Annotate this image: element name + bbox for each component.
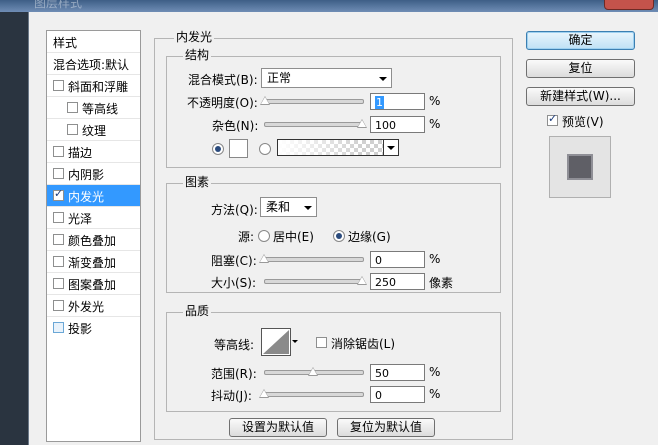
noise-percent: % bbox=[429, 117, 441, 131]
contour-label: 等高线: bbox=[214, 338, 255, 352]
jitter-slider-track[interactable] bbox=[264, 392, 364, 397]
inner-shadow-checkbox[interactable] bbox=[53, 168, 64, 179]
drop-shadow-checkbox[interactable] bbox=[53, 322, 64, 333]
sidebar-item-stroke[interactable]: 描边 bbox=[47, 141, 140, 163]
desktop: 图层样式 样式 混合选项:默认 斜面和浮雕 等高线 纹理 描边 内阴影 ✓ 内发… bbox=[0, 0, 658, 445]
quality-title: 品质 bbox=[183, 302, 212, 319]
range-slider-thumb[interactable] bbox=[308, 367, 318, 376]
blend-mode-dropdown[interactable]: 正常 bbox=[261, 68, 392, 88]
elements-title: 图素 bbox=[183, 173, 212, 190]
range-percent: % bbox=[429, 365, 441, 379]
gradient-picker[interactable] bbox=[277, 139, 399, 156]
source-edge-label[interactable]: 边缘(G) bbox=[348, 228, 391, 245]
range-input[interactable]: 50 bbox=[370, 364, 425, 381]
sidebar-item-color-overlay[interactable]: 颜色叠加 bbox=[47, 229, 140, 251]
pattern-overlay-checkbox[interactable] bbox=[53, 278, 64, 289]
choke-label: 阻塞(C): bbox=[211, 254, 257, 268]
sidebar-item-inner-shadow[interactable]: 内阴影 bbox=[47, 163, 140, 185]
sidebar-item-contour[interactable]: 等高线 bbox=[47, 97, 140, 119]
preview-label[interactable]: 预览(V) bbox=[562, 113, 604, 130]
sidebar-item-texture[interactable]: 纹理 bbox=[47, 119, 140, 141]
choke-slider-track[interactable] bbox=[264, 257, 364, 262]
reset-default-button[interactable]: 复位为默认值 bbox=[337, 418, 435, 437]
window-title: 图层样式 bbox=[34, 0, 83, 10]
source-center-label[interactable]: 居中(E) bbox=[273, 228, 314, 245]
opacity-label: 不透明度(O): bbox=[187, 96, 258, 110]
sidebar-item-blending-options[interactable]: 混合选项:默认 bbox=[47, 53, 140, 75]
glow-color-swatch[interactable] bbox=[229, 139, 248, 158]
method-label: 方法(Q): bbox=[211, 203, 258, 217]
opacity-input[interactable]: 1 bbox=[370, 93, 425, 110]
noise-input[interactable]: 100 bbox=[370, 116, 425, 133]
sidebar-item-satin[interactable]: 光泽 bbox=[47, 207, 140, 229]
sidebar-item-bevel-emboss[interactable]: 斜面和浮雕 bbox=[47, 75, 140, 97]
noise-label: 杂色(N): bbox=[212, 119, 259, 133]
size-slider-track[interactable] bbox=[264, 279, 364, 284]
choke-percent: % bbox=[429, 252, 441, 266]
anti-alias-checkbox[interactable] bbox=[316, 337, 327, 348]
opacity-slider-track[interactable] bbox=[264, 99, 364, 104]
contour-checkbox[interactable] bbox=[67, 102, 78, 113]
satin-checkbox[interactable] bbox=[53, 212, 64, 223]
color-overlay-checkbox[interactable] bbox=[53, 234, 64, 245]
style-preview bbox=[549, 136, 611, 198]
choke-input[interactable]: 0 bbox=[370, 251, 425, 268]
method-dropdown[interactable]: 柔和 bbox=[260, 197, 317, 217]
preview-checkbox[interactable] bbox=[547, 112, 558, 126]
gradient-preview bbox=[278, 140, 398, 155]
reset-button[interactable]: 复位 bbox=[526, 59, 635, 78]
contour-curve-icon bbox=[263, 330, 289, 354]
gradient-overlay-checkbox[interactable] bbox=[53, 256, 64, 267]
structure-title: 结构 bbox=[183, 46, 212, 63]
sidebar-item-pattern-overlay[interactable]: 图案叠加 bbox=[47, 273, 140, 295]
sidebar-item-outer-glow[interactable]: 外发光 bbox=[47, 295, 140, 317]
new-style-button[interactable]: 新建样式(W)... bbox=[526, 87, 635, 106]
chevron-down-icon bbox=[304, 206, 312, 210]
ok-button[interactable]: 确定 bbox=[526, 31, 635, 50]
source-center-radio[interactable] bbox=[258, 230, 270, 242]
sidebar-item-gradient-overlay[interactable]: 渐变叠加 bbox=[47, 251, 140, 273]
noise-slider-track[interactable] bbox=[264, 122, 364, 127]
opacity-slider-thumb[interactable] bbox=[259, 96, 270, 105]
jitter-slider-thumb[interactable] bbox=[259, 389, 269, 398]
styles-sidebar: 样式 混合选项:默认 斜面和浮雕 等高线 纹理 描边 内阴影 内发光 bbox=[46, 30, 141, 442]
chevron-down-icon[interactable] bbox=[290, 328, 299, 356]
choke-slider-thumb[interactable] bbox=[259, 254, 269, 263]
jitter-label: 抖动(J): bbox=[211, 389, 252, 403]
sidebar-item-inner-glow[interactable]: 内发光 bbox=[47, 185, 140, 207]
panel-title: 内发光 bbox=[174, 28, 215, 45]
inner-glow-checkbox[interactable] bbox=[53, 187, 64, 201]
anti-alias-label[interactable]: 消除锯齿(L) bbox=[331, 335, 395, 352]
size-input[interactable]: 250 bbox=[370, 273, 425, 290]
jitter-input[interactable]: 0 bbox=[370, 386, 425, 403]
size-unit: 像素 bbox=[429, 276, 454, 290]
contour-picker[interactable] bbox=[261, 328, 299, 356]
blend-mode-label: 混合模式(B): bbox=[188, 73, 258, 87]
range-label: 范围(R): bbox=[211, 367, 257, 381]
jitter-percent: % bbox=[429, 387, 441, 401]
bevel-emboss-checkbox[interactable] bbox=[53, 80, 64, 91]
source-edge-radio[interactable] bbox=[333, 230, 345, 242]
texture-checkbox[interactable] bbox=[67, 124, 78, 135]
size-slider-thumb[interactable] bbox=[357, 276, 367, 285]
gradient-fill-radio[interactable] bbox=[259, 143, 271, 155]
color-fill-radio[interactable] bbox=[212, 143, 224, 155]
outer-glow-checkbox[interactable] bbox=[53, 300, 64, 311]
sidebar-item-drop-shadow[interactable]: 投影 bbox=[47, 317, 140, 338]
chevron-down-icon bbox=[379, 77, 387, 81]
size-label: 大小(S): bbox=[211, 276, 257, 290]
stroke-checkbox[interactable] bbox=[53, 146, 64, 157]
title-bar: 图层样式 bbox=[0, 0, 658, 12]
opacity-percent: % bbox=[429, 94, 441, 108]
close-button[interactable] bbox=[604, 0, 654, 10]
source-label: 源: bbox=[238, 230, 255, 244]
set-default-button[interactable]: 设置为默认值 bbox=[229, 418, 327, 437]
blend-mode-value: 正常 bbox=[267, 71, 292, 85]
method-value: 柔和 bbox=[266, 200, 291, 214]
chevron-down-icon[interactable] bbox=[383, 140, 398, 155]
sidebar-header-styles[interactable]: 样式 bbox=[47, 31, 140, 53]
noise-slider-thumb[interactable] bbox=[357, 119, 367, 128]
preview-swatch bbox=[567, 154, 593, 180]
